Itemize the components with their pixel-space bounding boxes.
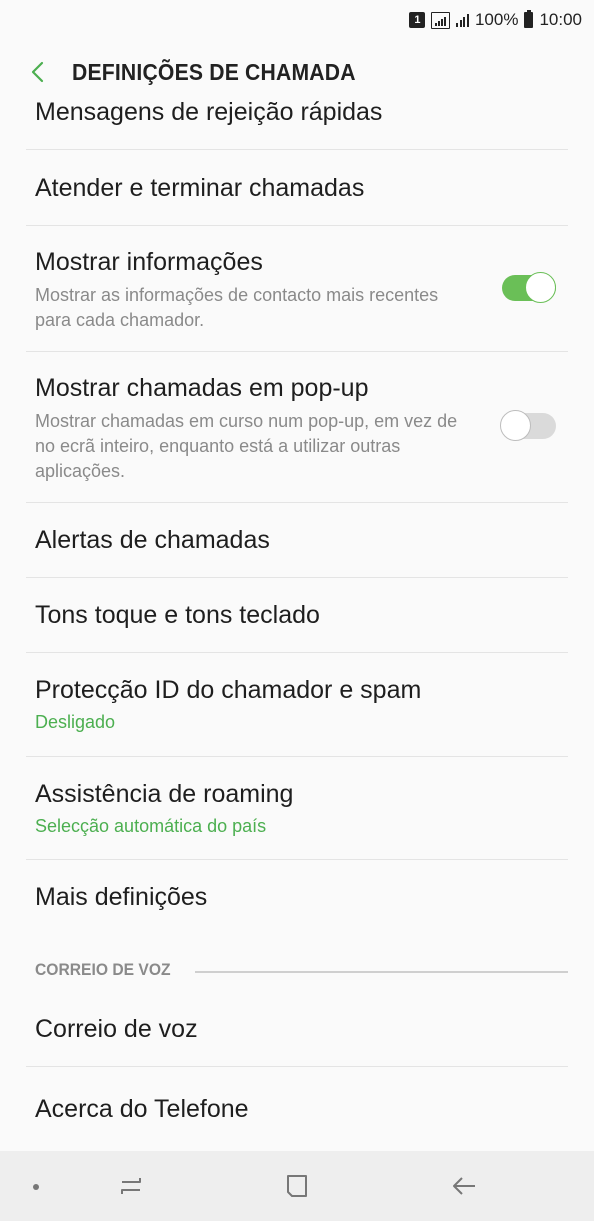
list-item-call-alerts[interactable]: Alertas de chamadas [0, 502, 594, 577]
page-title: DEFINIÇÕES DE CHAMADA [72, 58, 356, 85]
battery-percent: 100% [474, 10, 519, 29]
section-divider [195, 971, 568, 973]
show-info-toggle[interactable] [500, 270, 556, 304]
status-bar: 1 100% 10:00 [0, 0, 594, 40]
list-item-title: Mais definições [35, 883, 208, 911]
signal-strength-icon [456, 13, 469, 27]
list-item-answer-end-calls[interactable]: Atender e terminar chamadas [0, 150, 594, 225]
list-item-status: Selecção automática do país [35, 816, 267, 836]
list-item-title: Mostrar chamadas em pop-up [35, 374, 369, 402]
list-item-title: Correio de voz [35, 1015, 198, 1043]
list-item-title: Mensagens de rejeição rápidas [35, 98, 383, 126]
list-item-title: Alertas de chamadas [35, 526, 270, 554]
list-item-title: Mostrar informações [35, 248, 263, 276]
list-item-quick-reject-messages[interactable]: Mensagens de rejeição rápidas [0, 96, 594, 150]
list-item-description: Mostrar chamadas em curso num pop-up, em… [35, 411, 458, 481]
clock: 10:00 [539, 10, 582, 29]
list-item-more-settings[interactable]: Mais definições [0, 859, 594, 939]
battery-icon [524, 10, 534, 28]
list-item-about-phone[interactable]: Acerca do Telefone [0, 1066, 594, 1146]
list-item-description: Mostrar as informações de contacto mais … [35, 285, 439, 330]
section-header-voicemail: CORREIO DE VOZ [35, 960, 171, 979]
list-item-title: Protecção ID do chamador e spam [35, 676, 422, 704]
back-arrow-icon[interactable] [449, 1171, 479, 1201]
list-item-status: Desligado [35, 712, 116, 732]
list-item-title: Atender e terminar chamadas [35, 174, 365, 202]
popup-calls-toggle[interactable] [500, 408, 556, 442]
list-item-caller-id-spam[interactable]: Protecção ID do chamador e spam Desligad… [0, 652, 594, 756]
back-button[interactable] [10, 48, 66, 96]
list-item-popup-calls[interactable]: Mostrar chamadas em pop-up Mostrar chama… [0, 351, 594, 502]
list-item-voicemail[interactable]: Correio de voz [0, 991, 594, 1066]
home-icon[interactable] [282, 1171, 312, 1201]
signal-box-icon [431, 11, 451, 29]
list-item-title: Assistência de roaming [35, 780, 294, 808]
sim-icon: 1 [409, 12, 426, 28]
list-item-show-info[interactable]: Mostrar informações Mostrar as informaçõ… [0, 225, 594, 351]
list-item-title: Acerca do Telefone [35, 1095, 249, 1123]
list-item-ringtones[interactable]: Tons toque e tons teclado [0, 577, 594, 652]
nav-dot-indicator[interactable] [33, 1184, 39, 1190]
list-item-title: Tons toque e tons teclado [35, 601, 320, 629]
chevron-left-icon [31, 61, 44, 83]
navigation-bar [0, 1151, 594, 1221]
app-header: DEFINIÇÕES DE CHAMADA [0, 48, 594, 96]
recents-icon[interactable] [116, 1171, 146, 1201]
list-item-roaming-assist[interactable]: Assistência de roaming Selecção automáti… [0, 756, 594, 859]
